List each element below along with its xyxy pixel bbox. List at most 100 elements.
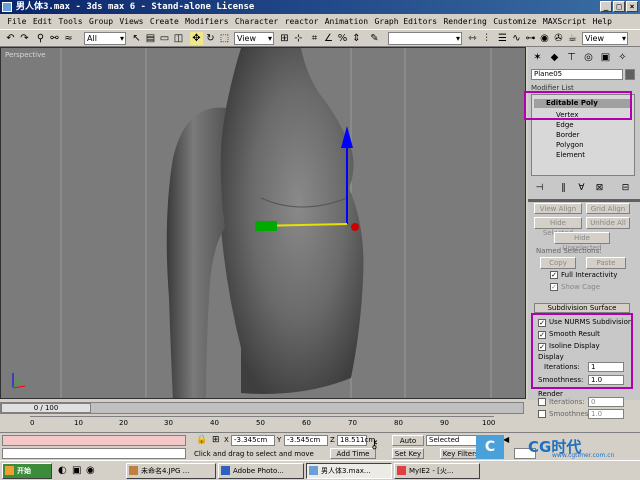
percent-snap-icon[interactable]: % bbox=[336, 32, 349, 45]
remove-modifier-icon[interactable]: ⊠ bbox=[592, 181, 607, 196]
window-crossing-icon[interactable]: ◫ bbox=[172, 32, 185, 45]
minimize-button[interactable]: _ bbox=[600, 1, 612, 12]
app-icon[interactable] bbox=[2, 2, 12, 12]
subdivision-rollout-header[interactable]: Subdivision Surface bbox=[534, 303, 630, 313]
menu-reactor[interactable]: reactor bbox=[281, 14, 321, 29]
show-cage-checkbox[interactable]: ✓ bbox=[550, 283, 558, 291]
perspective-viewport[interactable]: Perspective bbox=[0, 47, 526, 399]
snap-toggle-icon[interactable]: ⌗ bbox=[308, 32, 321, 45]
select-by-name-icon[interactable]: ▤ bbox=[144, 32, 157, 45]
stack-item-element[interactable]: Element bbox=[556, 151, 585, 159]
menu-modifiers[interactable]: Modifiers bbox=[182, 14, 232, 29]
schematic-view-icon[interactable]: ⊶ bbox=[524, 32, 537, 45]
selection-filter-dropdown[interactable]: All bbox=[84, 32, 126, 45]
modify-tab-icon[interactable]: ◆ bbox=[547, 50, 562, 65]
z-coordinate-field[interactable]: 18.511cm bbox=[337, 435, 375, 446]
hierarchy-tab-icon[interactable]: ⊤ bbox=[564, 50, 579, 65]
render-smoothness-checkbox[interactable] bbox=[538, 410, 546, 418]
x-coordinate-field[interactable]: -3.345cm bbox=[231, 435, 275, 446]
select-object-icon[interactable]: ↖ bbox=[130, 32, 143, 45]
menu-graph-editors[interactable]: Graph Editors bbox=[371, 14, 440, 29]
absolute-mode-icon[interactable]: ⊞ bbox=[212, 435, 220, 445]
gizmo-x-handle[interactable] bbox=[351, 223, 359, 231]
link-icon[interactable]: ⚲ bbox=[34, 32, 47, 45]
hide-unselected-button[interactable]: Hide Unselected bbox=[554, 232, 610, 252]
edit-named-selection-icon[interactable]: ✎ bbox=[368, 32, 381, 45]
bind-space-warp-icon[interactable]: ≈ bbox=[62, 32, 75, 45]
menu-maxscript[interactable]: MAXScript bbox=[540, 14, 590, 29]
quicklaunch-desktop-icon[interactable]: ▣ bbox=[72, 465, 81, 476]
stack-item-border[interactable]: Border bbox=[556, 131, 579, 139]
spinner-snap-icon[interactable]: ⇕ bbox=[350, 32, 363, 45]
menu-create[interactable]: Create bbox=[147, 14, 182, 29]
select-manipulate-icon[interactable]: ⊹ bbox=[292, 32, 305, 45]
render-smoothness-spinner[interactable]: 1.0 bbox=[588, 409, 624, 419]
menu-customize[interactable]: Customize bbox=[490, 14, 540, 29]
configure-sets-icon[interactable]: ⊟ bbox=[618, 181, 633, 196]
curve-editor-icon[interactable]: ∿ bbox=[510, 32, 523, 45]
create-tab-icon[interactable]: ✶ bbox=[530, 50, 545, 65]
maximize-button[interactable]: □ bbox=[613, 1, 625, 12]
auto-key-button[interactable]: Auto Key bbox=[392, 435, 424, 455]
layer-manager-icon[interactable]: ☰ bbox=[496, 32, 509, 45]
display-tab-icon[interactable]: ▣ bbox=[598, 50, 613, 65]
object-name-field[interactable]: Plane05 bbox=[531, 69, 623, 80]
view-align-button[interactable]: View Align bbox=[534, 203, 582, 214]
task-3dsmax-active[interactable]: 男人体3.max... bbox=[306, 463, 392, 479]
select-move-icon[interactable]: ✥ bbox=[190, 32, 203, 45]
stack-item-edge[interactable]: Edge bbox=[556, 121, 574, 129]
torso-mesh[interactable] bbox=[219, 48, 364, 394]
menu-file[interactable]: File bbox=[4, 14, 30, 29]
align-icon[interactable]: ⫶ bbox=[480, 32, 493, 45]
menu-group[interactable]: Group bbox=[86, 14, 116, 29]
motion-tab-icon[interactable]: ◎ bbox=[581, 50, 596, 65]
show-end-result-icon[interactable]: ‖ bbox=[556, 181, 571, 196]
material-editor-icon[interactable]: ◉ bbox=[538, 32, 551, 45]
unlink-icon[interactable]: ⚯ bbox=[48, 32, 61, 45]
render-type-dropdown[interactable]: View bbox=[582, 32, 628, 45]
render-scene-icon[interactable]: ✇ bbox=[552, 32, 565, 45]
task-myie2[interactable]: MyIE2 - [火... bbox=[394, 463, 480, 479]
stack-item-polygon[interactable]: Polygon bbox=[556, 141, 584, 149]
maxscript-listener-mini[interactable] bbox=[2, 435, 186, 446]
menu-tools[interactable]: Tools bbox=[55, 14, 85, 29]
menu-help[interactable]: Help bbox=[589, 14, 615, 29]
select-rotate-icon[interactable]: ↻ bbox=[204, 32, 217, 45]
copy-button[interactable]: Copy bbox=[540, 257, 576, 269]
menu-rendering[interactable]: Rendering bbox=[440, 14, 490, 29]
menu-views[interactable]: Views bbox=[116, 14, 146, 29]
set-key-icon[interactable]: ⚷ bbox=[370, 437, 379, 451]
task-image-viewer[interactable]: 未命名4.JPG ... bbox=[126, 463, 216, 479]
y-coordinate-field[interactable]: -3.545cm bbox=[284, 435, 328, 446]
maxscript-input[interactable] bbox=[2, 448, 186, 459]
pivot-center-icon[interactable]: ⊞ bbox=[278, 32, 291, 45]
render-iterations-spinner[interactable]: 0 bbox=[588, 397, 624, 407]
menu-animation[interactable]: Animation bbox=[322, 14, 372, 29]
render-iterations-checkbox[interactable] bbox=[538, 398, 546, 406]
menu-character[interactable]: Character bbox=[232, 14, 282, 29]
paste-button[interactable]: Paste bbox=[586, 257, 626, 269]
make-unique-icon[interactable]: ∀ bbox=[574, 181, 589, 196]
utilities-tab-icon[interactable]: ✧ bbox=[615, 50, 630, 65]
hide-selected-button[interactable]: Hide Selected bbox=[534, 217, 582, 237]
pin-stack-icon[interactable]: ⊣ bbox=[532, 181, 547, 196]
task-photoshop[interactable]: Adobe Photo... bbox=[218, 463, 304, 479]
quick-render-icon[interactable]: ☕ bbox=[566, 32, 579, 45]
ref-coord-dropdown[interactable]: View bbox=[234, 32, 274, 45]
quicklaunch-ie-icon[interactable]: ◐ bbox=[58, 465, 67, 476]
object-color-swatch[interactable] bbox=[625, 69, 635, 80]
frame-ruler[interactable]: 0 10 20 30 40 50 60 70 80 90 100 bbox=[30, 416, 495, 430]
gizmo-y-handle[interactable] bbox=[255, 221, 277, 231]
angle-snap-icon[interactable]: ∠ bbox=[322, 32, 335, 45]
time-slider-thumb[interactable]: 0 / 100 bbox=[1, 403, 91, 413]
start-button[interactable]: 开始 bbox=[2, 463, 52, 479]
lock-selection-icon[interactable]: 🔒 bbox=[196, 435, 207, 445]
named-selection-dropdown[interactable] bbox=[388, 32, 462, 45]
arm-mesh[interactable] bbox=[166, 107, 226, 399]
time-slider-track[interactable]: 0 / 100 bbox=[0, 402, 524, 414]
mirror-icon[interactable]: ⇿ bbox=[466, 32, 479, 45]
rect-selection-icon[interactable]: ▭ bbox=[158, 32, 171, 45]
redo-icon[interactable]: ↷ bbox=[18, 32, 31, 45]
unhide-all-button[interactable]: Unhide All bbox=[586, 217, 630, 229]
set-key-button[interactable]: Set Key bbox=[392, 448, 424, 459]
